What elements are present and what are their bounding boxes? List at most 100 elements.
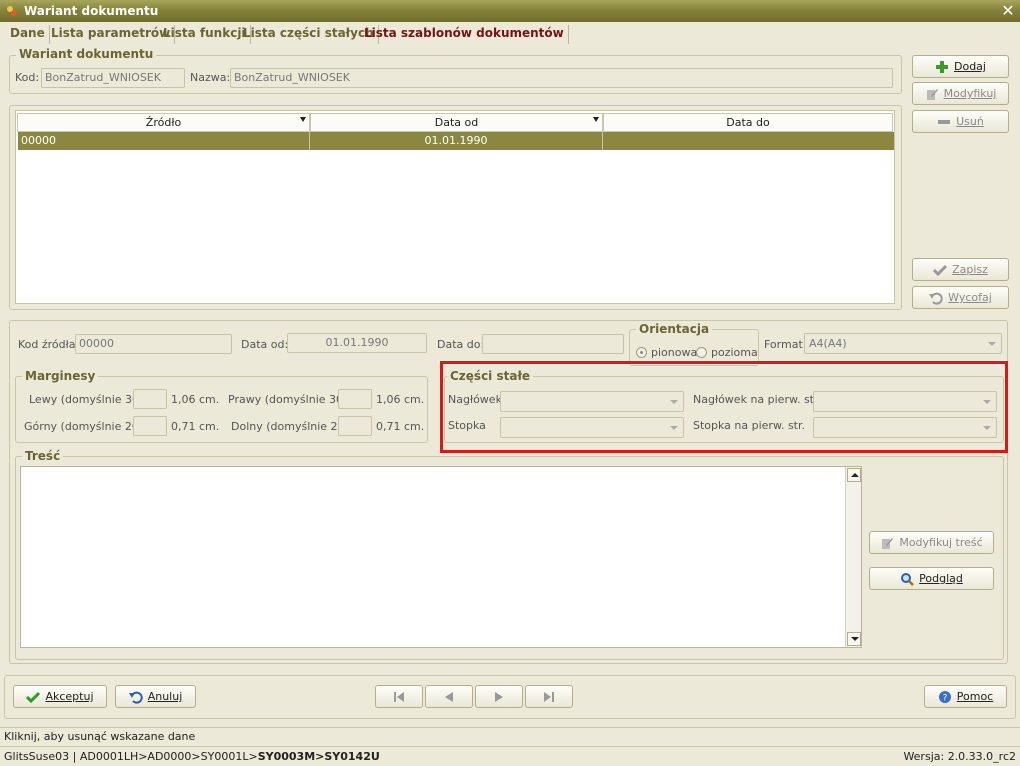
tab-lista-szablonow[interactable]: Lista szablonów dokumentów: [360, 25, 569, 44]
scroll-up-button[interactable]: [847, 468, 861, 482]
format-select[interactable]: A4(A4): [804, 333, 1002, 354]
data-od-field[interactable]: 01.01.1990: [287, 333, 427, 353]
tab-lista-parametrow[interactable]: Lista parametrów: [47, 25, 176, 44]
tab-lista-funkcji[interactable]: Lista funkcji: [159, 25, 251, 44]
column-header-label: Data od: [434, 116, 479, 129]
last-record-button[interactable]: [525, 685, 573, 708]
modify-button-label: Modyfikuj: [943, 87, 997, 100]
undo-icon: [929, 292, 943, 305]
kod-field[interactable]: BonZatrud_WNIOSEK: [41, 68, 185, 88]
title-bar: Wariant dokumentu ✕: [0, 0, 1020, 22]
cancel-button[interactable]: Anuluj: [115, 685, 196, 708]
save-button-label: Zapisz: [952, 263, 988, 276]
dolny-label: Dolny (domyślnie 20):: [231, 420, 353, 433]
pionowa-label: pionowa: [651, 346, 698, 359]
cell-data-od: 01.01.1990: [310, 132, 603, 150]
status-version: Wersja: 2.0.33.0_rc2: [903, 750, 1016, 763]
status-path-normal: GlitsSuse03 | AD0001LH>AD0000>SY0001L>: [4, 750, 258, 763]
first-icon: [394, 691, 404, 702]
column-header-data-do[interactable]: Data do: [603, 113, 893, 132]
format-label: Format:: [764, 338, 807, 351]
tab-bar: Dane Lista parametrów Lista funkcji List…: [0, 22, 1020, 44]
status-hint: Kliknij, aby usunąć wskazane dane: [0, 727, 1020, 746]
sort-icon: [300, 117, 306, 122]
next-record-button[interactable]: [475, 685, 523, 708]
prev-record-button[interactable]: [425, 685, 473, 708]
column-header-zrodlo[interactable]: Źródło: [17, 113, 310, 132]
accept-button-label: Akceptuj: [45, 690, 94, 703]
orientation-title: Orientacja: [636, 322, 713, 336]
gorny-label: Górny (domyślnie 20):: [24, 420, 147, 433]
help-button[interactable]: ? Pomoc: [924, 685, 1007, 708]
radio-pionowa[interactable]: [636, 347, 647, 358]
tab-dane[interactable]: Dane: [6, 25, 50, 44]
save-button[interactable]: Zapisz: [912, 258, 1009, 281]
status-path-bold: SY0003M>SY0142U: [257, 750, 380, 763]
sources-table[interactable]: Źródło Data od Data do 00000 01.01.1990: [15, 110, 895, 304]
gorny-value: 0,71 cm.: [171, 420, 220, 433]
arrow-up-icon: [851, 473, 859, 477]
nazwa-label: Nazwa:: [190, 71, 231, 84]
column-header-label: Źródło: [145, 116, 182, 129]
preview-button[interactable]: Podgląd: [869, 567, 994, 590]
window-title: Wariant dokumentu: [24, 4, 159, 18]
prawy-value: 1,06 cm.: [376, 393, 425, 406]
check-icon: [26, 691, 41, 703]
kod-label: Kod:: [15, 71, 40, 84]
close-icon[interactable]: ✕: [1000, 0, 1016, 22]
format-value: A4(A4): [809, 337, 847, 350]
data-do-field[interactable]: [482, 334, 624, 354]
cancel-button-label: Anuluj: [147, 690, 183, 703]
lewy-value: 1,06 cm.: [171, 393, 220, 406]
check-icon: [933, 264, 948, 276]
kod-zrodla-label: Kod źródła:: [18, 338, 80, 351]
dolny-value: 0,71 cm.: [376, 420, 425, 433]
prev-icon: [445, 691, 453, 702]
remove-button[interactable]: Usuń: [912, 110, 1009, 133]
margins-title: Marginesy: [22, 369, 99, 383]
preview-button-label: Podgląd: [919, 572, 963, 585]
dolny-field[interactable]: [338, 416, 372, 436]
cell-data-do: [603, 132, 894, 150]
help-button-label: Pomoc: [956, 690, 994, 703]
svg-text:?: ?: [942, 693, 947, 703]
undo-icon: [128, 691, 143, 704]
table-row[interactable]: 00000 01.01.1990: [18, 132, 894, 150]
modify-content-button[interactable]: Modyfikuj treść: [869, 531, 994, 554]
data-do-label: Data do:: [437, 338, 485, 351]
revert-button-label: Wycofaj: [948, 291, 992, 304]
add-button[interactable]: Dodaj: [912, 55, 1009, 78]
modify-content-label: Modyfikuj treść: [899, 536, 983, 549]
prawy-field[interactable]: [338, 389, 372, 409]
arrow-down-icon: [851, 637, 859, 641]
accept-button[interactable]: Akceptuj: [13, 685, 107, 708]
tab-lista-czesci-stalych[interactable]: Lista części stałych: [239, 25, 379, 44]
prawy-label: Prawy (domyślnie 30):: [228, 393, 352, 406]
content-title: Treść: [22, 449, 64, 463]
column-header-label: Data do: [726, 116, 770, 129]
radio-pozioma[interactable]: [696, 347, 707, 358]
edit-icon: [926, 88, 938, 100]
revert-button[interactable]: Wycofaj: [912, 286, 1009, 309]
help-icon: ?: [938, 690, 951, 703]
edit-icon: [882, 537, 894, 549]
variant-group-title: Wariant dokumentu: [16, 47, 157, 61]
remove-button-label: Usuń: [956, 115, 984, 128]
content-textarea[interactable]: [20, 466, 862, 648]
chevron-down-icon: [988, 342, 996, 346]
pozioma-label: pozioma: [711, 346, 758, 359]
lewy-field[interactable]: [133, 389, 167, 409]
kod-zrodla-field[interactable]: 00000: [75, 334, 232, 354]
modify-button[interactable]: Modyfikuj: [912, 82, 1009, 105]
nazwa-field[interactable]: BonZatrud_WNIOSEK: [230, 68, 893, 88]
highlight-box: [440, 361, 1008, 453]
next-icon: [495, 691, 503, 702]
first-record-button[interactable]: [375, 685, 423, 708]
sort-icon: [593, 117, 599, 122]
gorny-field[interactable]: [133, 416, 167, 436]
scroll-down-button[interactable]: [847, 632, 861, 646]
column-header-data-od[interactable]: Data od: [310, 113, 603, 132]
content-scrollbar[interactable]: [845, 467, 861, 647]
magnifier-icon: [901, 572, 915, 586]
last-icon: [544, 691, 554, 702]
